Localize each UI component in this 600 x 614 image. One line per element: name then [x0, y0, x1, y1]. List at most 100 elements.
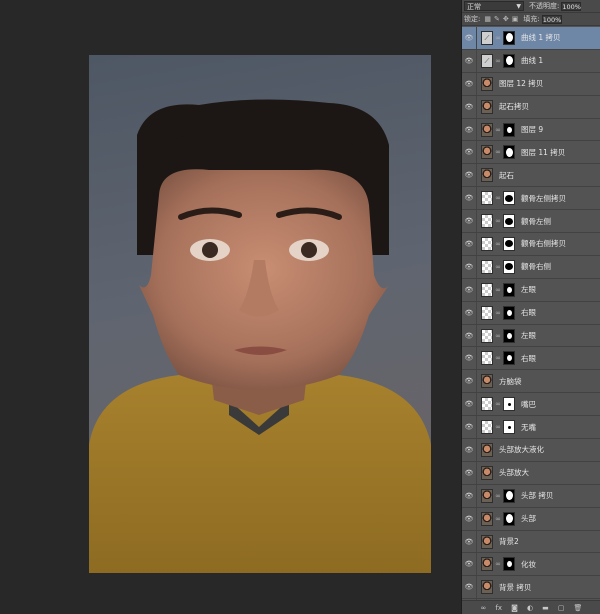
link-icon[interactable]: ∞ [493, 240, 503, 248]
layer-row[interactable]: 👁 ∞ 图层 11 拷贝 [462, 141, 600, 165]
link-icon[interactable]: ∞ [493, 423, 503, 431]
layer-mask-thumbnail[interactable] [503, 328, 515, 343]
trash-icon[interactable]: 🗑 [574, 604, 583, 612]
layer-thumbnail[interactable] [481, 122, 493, 137]
layer-row[interactable]: 👁 ∞ 无嘴 [462, 416, 600, 440]
layer-mask-thumbnail[interactable] [503, 420, 515, 435]
layer-thumbnail[interactable] [481, 465, 493, 480]
layer-row[interactable]: 👁 图层 12 拷贝 [462, 72, 600, 96]
layer-mask-thumbnail[interactable] [503, 282, 515, 297]
eye-icon[interactable]: 👁 [462, 515, 476, 523]
layer-row[interactable]: 👁 ∞ 图层 9 [462, 118, 600, 142]
layer-row[interactable]: 👁 ∞ 右眼 [462, 301, 600, 325]
eye-icon[interactable]: 👁 [462, 377, 476, 385]
layer-row[interactable]: 👁 方脑袋 [462, 370, 600, 394]
layer-thumbnail[interactable] [481, 282, 493, 297]
layer-thumbnail[interactable] [481, 534, 493, 549]
link-icon[interactable]: ∞ [493, 560, 503, 568]
fx-icon[interactable]: fx [495, 604, 502, 612]
layer-mask-thumbnail[interactable] [503, 511, 515, 526]
folder-icon[interactable]: ▬ [542, 604, 549, 612]
link-icon[interactable]: ∞ [493, 57, 503, 65]
layer-row[interactable]: 👁 ∞ 头部 [462, 507, 600, 531]
link-layers-icon[interactable]: ∞ [481, 604, 487, 612]
eye-icon[interactable]: 👁 [462, 332, 476, 340]
eye-icon[interactable]: 👁 [462, 492, 476, 500]
eye-icon[interactable]: 👁 [462, 103, 476, 111]
eye-icon[interactable]: 👁 [462, 286, 476, 294]
layer-thumbnail[interactable] [481, 259, 493, 274]
link-icon[interactable]: ∞ [493, 34, 503, 42]
lock-pixels-icon[interactable]: ✎ [494, 15, 500, 23]
layer-row[interactable]: 👁 ∞ 颧骨右侧 [462, 255, 600, 279]
layer-thumbnail[interactable]: ⟋ [481, 53, 493, 68]
layer-thumbnail[interactable] [481, 168, 493, 183]
layer-thumbnail[interactable] [481, 191, 493, 206]
layer-row[interactable]: 👁 ∞ 头部 拷贝 [462, 484, 600, 508]
lock-all-icon[interactable]: ▣ [512, 15, 519, 23]
eye-icon[interactable]: 👁 [462, 446, 476, 454]
layer-mask-thumbnail[interactable] [503, 53, 515, 68]
link-icon[interactable]: ∞ [493, 263, 503, 271]
layer-thumbnail[interactable] [481, 374, 493, 389]
layer-mask-thumbnail[interactable] [503, 397, 515, 412]
layer-row[interactable]: 👁 ∞ 颧骨左侧 [462, 210, 600, 234]
layer-thumbnail[interactable] [481, 328, 493, 343]
blend-mode-select[interactable]: 正常 ▼ [464, 1, 524, 11]
layer-thumbnail[interactable] [481, 351, 493, 366]
link-icon[interactable]: ∞ [493, 492, 503, 500]
layer-thumbnail[interactable]: ⟋ [481, 30, 493, 45]
layer-thumbnail[interactable] [481, 442, 493, 457]
layer-row[interactable]: 👁 ∞ 右眼 [462, 347, 600, 371]
layer-mask-thumbnail[interactable] [503, 214, 515, 229]
eye-icon[interactable]: 👁 [462, 538, 476, 546]
layer-row[interactable]: 👁 ∞ 左眼 [462, 324, 600, 348]
layer-thumbnail[interactable] [481, 488, 493, 503]
eye-icon[interactable]: 👁 [462, 126, 476, 134]
layer-thumbnail[interactable] [481, 236, 493, 251]
link-icon[interactable]: ∞ [493, 217, 503, 225]
eye-icon[interactable]: 👁 [462, 583, 476, 591]
layer-row[interactable]: 👁 起石拷贝 [462, 95, 600, 119]
layer-thumbnail[interactable] [481, 214, 493, 229]
layer-mask-thumbnail[interactable] [503, 30, 515, 45]
layer-row[interactable]: 👁 ∞ 化妆 [462, 553, 600, 577]
layer-row[interactable]: 👁 ⟋ ∞ 曲线 1 [462, 49, 600, 73]
layer-row[interactable]: 👁 ∞ 嘴巴 [462, 393, 600, 417]
fill-input[interactable]: 100% [541, 14, 562, 24]
layer-mask-thumbnail[interactable] [503, 236, 515, 251]
layer-thumbnail[interactable] [481, 145, 493, 160]
link-icon[interactable]: ∞ [493, 148, 503, 156]
canvas-area[interactable] [0, 0, 461, 614]
link-icon[interactable]: ∞ [493, 354, 503, 362]
link-icon[interactable]: ∞ [493, 194, 503, 202]
layer-row[interactable]: 👁 背景2 [462, 530, 600, 554]
document-image[interactable] [89, 55, 431, 573]
eye-icon[interactable]: 👁 [462, 309, 476, 317]
eye-icon[interactable]: 👁 [462, 34, 476, 42]
link-icon[interactable]: ∞ [493, 332, 503, 340]
opacity-input[interactable]: 100% [561, 1, 582, 11]
layer-thumbnail[interactable] [481, 305, 493, 320]
lock-position-icon[interactable]: ✥ [503, 15, 509, 23]
layer-mask-thumbnail[interactable] [503, 351, 515, 366]
eye-icon[interactable]: 👁 [462, 171, 476, 179]
layer-mask-thumbnail[interactable] [503, 191, 515, 206]
layer-row[interactable]: 👁 头部放大 [462, 461, 600, 485]
eye-icon[interactable]: 👁 [462, 240, 476, 248]
layer-mask-thumbnail[interactable] [503, 145, 515, 160]
layer-thumbnail[interactable] [481, 511, 493, 526]
layer-row[interactable]: 👁 ∞ 左眼 [462, 278, 600, 302]
layer-thumbnail[interactable] [481, 420, 493, 435]
eye-icon[interactable]: 👁 [462, 354, 476, 362]
link-icon[interactable]: ∞ [493, 286, 503, 294]
layer-thumbnail[interactable] [481, 557, 493, 572]
layer-mask-thumbnail[interactable] [503, 305, 515, 320]
link-icon[interactable]: ∞ [493, 515, 503, 523]
adjustment-icon[interactable]: ◐ [527, 604, 533, 612]
eye-icon[interactable]: 👁 [462, 560, 476, 568]
layer-row[interactable]: 👁 起石 [462, 164, 600, 188]
link-icon[interactable]: ∞ [493, 126, 503, 134]
link-icon[interactable]: ∞ [493, 400, 503, 408]
eye-icon[interactable]: 👁 [462, 400, 476, 408]
